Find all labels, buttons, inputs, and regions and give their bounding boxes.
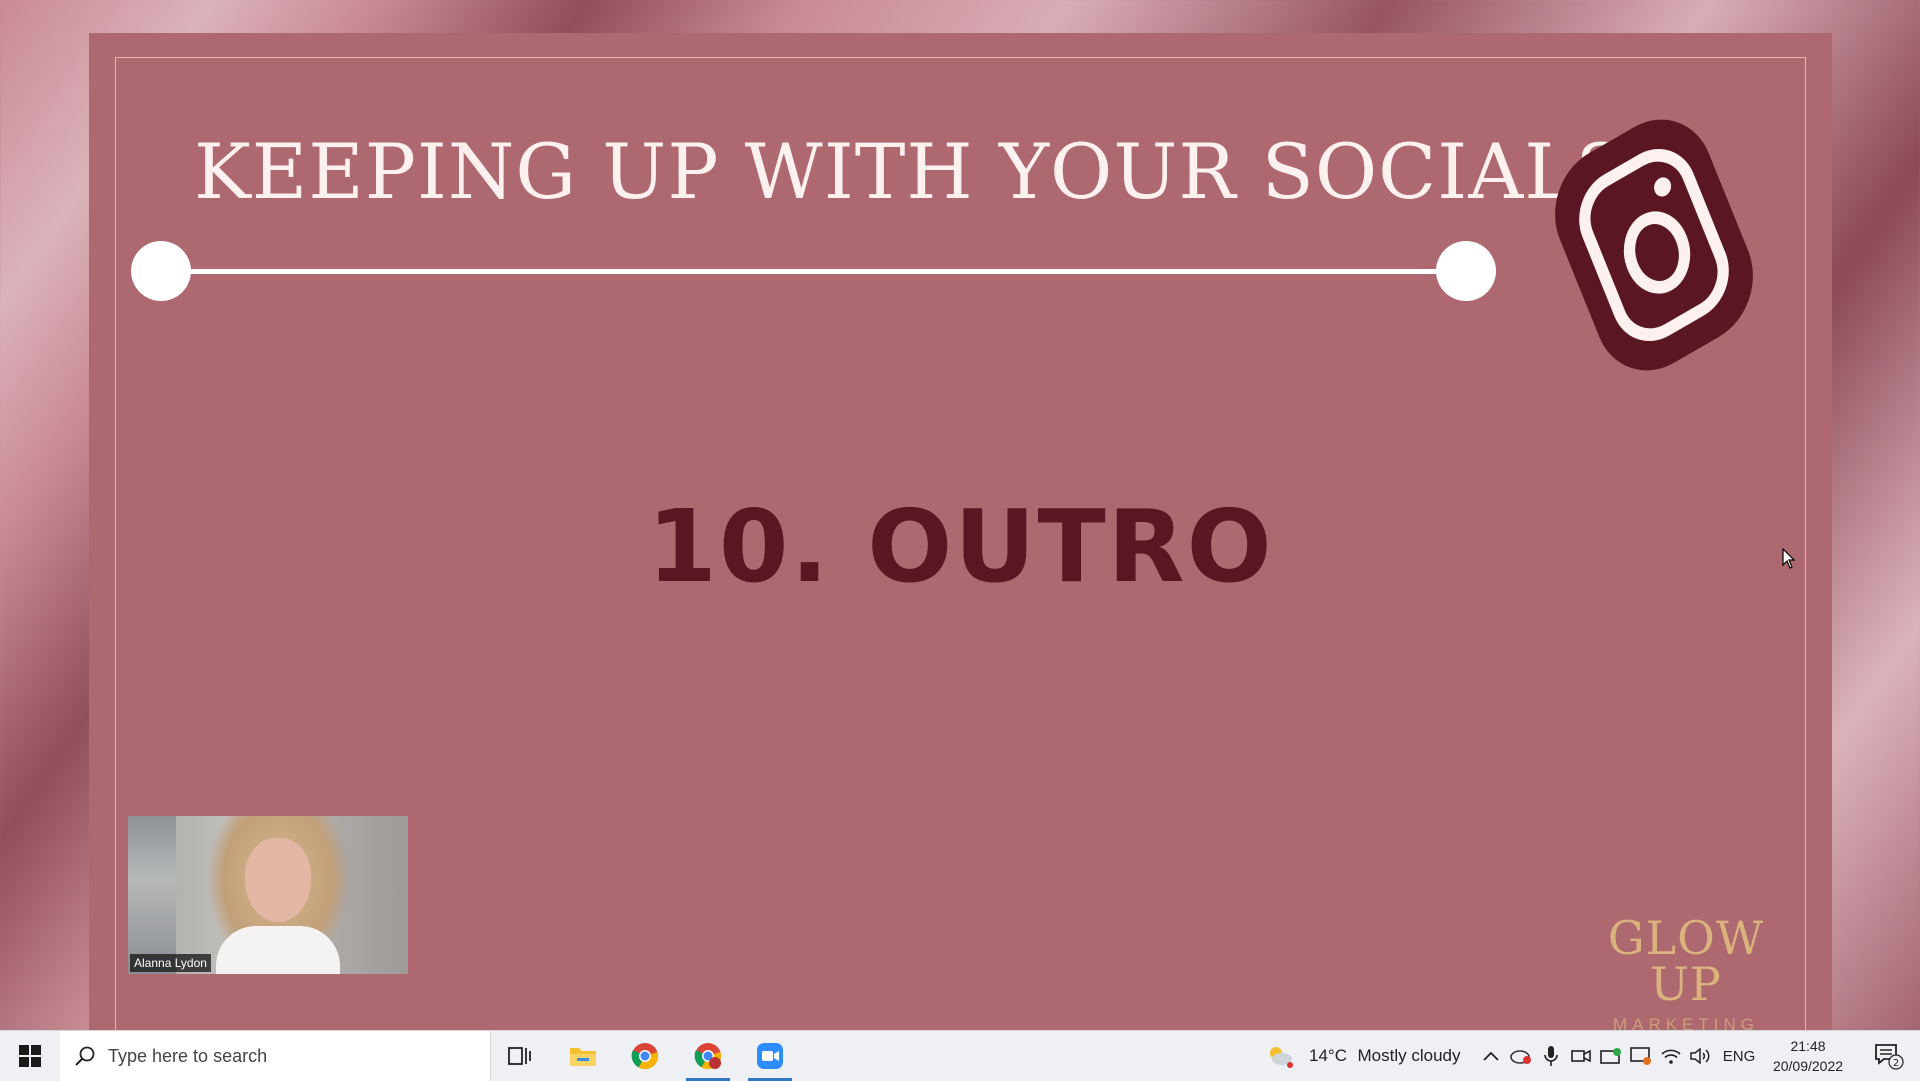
speaker-icon <box>1690 1047 1710 1065</box>
task-view-button[interactable] <box>490 1031 550 1081</box>
network-tray[interactable] <box>1658 1031 1684 1081</box>
microphone-tray[interactable] <box>1538 1031 1564 1081</box>
camera-icon <box>1571 1049 1591 1063</box>
instagram-icon <box>1544 105 1764 385</box>
mouse-cursor-icon <box>1782 547 1796 575</box>
volume-tray[interactable] <box>1688 1031 1714 1081</box>
weather-temperature[interactable]: 14°C <box>1303 1031 1353 1081</box>
search-placeholder: Type here to search <box>108 1045 268 1066</box>
taskbar-clock[interactable]: 21:48 20/09/2022 <box>1758 1031 1858 1081</box>
logo-main-text: GLOW UP <box>1607 911 1765 1011</box>
clock-time: 21:48 <box>1790 1038 1826 1054</box>
participant-name-tag: Alanna Lydon <box>130 954 211 972</box>
chrome-profile-icon <box>694 1043 721 1070</box>
cloud-sync-tray[interactable] <box>1508 1031 1534 1081</box>
video-call-icon <box>1600 1048 1621 1064</box>
task-view-icon <box>508 1047 531 1065</box>
clock-date: 20/09/2022 <box>1772 1058 1844 1074</box>
weather-icon <box>1270 1047 1293 1068</box>
windows-logo-icon <box>19 1045 41 1067</box>
notification-count: 2 <box>1893 1058 1899 1069</box>
notification-icon: 2 <box>1875 1044 1904 1070</box>
zoom-icon <box>757 1043 783 1069</box>
chrome-button[interactable] <box>615 1031 675 1081</box>
language-indicator[interactable]: ENG <box>1718 1031 1760 1081</box>
weather-button[interactable] <box>1262 1031 1298 1081</box>
microphone-icon <box>1544 1046 1558 1066</box>
divider-dot-right <box>1436 241 1496 301</box>
file-explorer-button[interactable] <box>553 1031 613 1081</box>
weather-description[interactable]: Mostly cloudy <box>1350 1031 1468 1081</box>
start-button[interactable] <box>0 1031 60 1081</box>
file-explorer-icon <box>570 1048 596 1066</box>
title-divider <box>131 241 1496 301</box>
display-icon <box>1630 1047 1651 1065</box>
background-artwork <box>128 816 176 974</box>
brand-logo: GLOW UP MARKETING <box>1586 915 1786 1035</box>
section-heading: 10. OUTRO <box>647 488 1274 605</box>
notification-center-button[interactable]: 2 <box>1864 1031 1914 1081</box>
zoom-button[interactable] <box>740 1031 800 1081</box>
windows-taskbar: Type here to search 14°C Mostly cloudy E… <box>0 1030 1920 1081</box>
cloud-error-icon <box>1510 1050 1531 1064</box>
chrome-icon <box>631 1043 658 1070</box>
participant-video-tile[interactable]: Alanna Lydon <box>128 816 408 974</box>
meet-now-tray[interactable] <box>1598 1031 1624 1081</box>
search-icon <box>75 1046 95 1066</box>
participant-body <box>216 926 340 974</box>
participant-face <box>245 838 311 922</box>
taskbar-search-box[interactable]: Type here to search <box>60 1031 491 1081</box>
divider-line <box>161 269 1466 274</box>
wifi-icon <box>1661 1049 1681 1064</box>
show-hidden-icons-button[interactable] <box>1478 1031 1504 1081</box>
chevron-up-icon <box>1483 1051 1499 1061</box>
chrome-profile-button[interactable] <box>678 1031 738 1081</box>
display-tray[interactable] <box>1628 1031 1654 1081</box>
camera-tray[interactable] <box>1568 1031 1594 1081</box>
slide-title: KEEPING UP WITH YOUR SOCIALS <box>194 127 1629 216</box>
